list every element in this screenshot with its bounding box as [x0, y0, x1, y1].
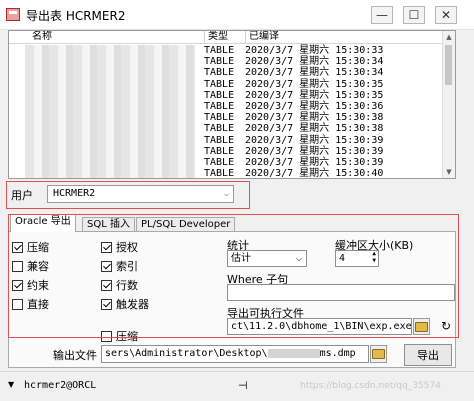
- row-type: TABLE: [204, 134, 235, 146]
- row-type: TABLE: [204, 157, 235, 168]
- app-icon: [6, 8, 20, 21]
- folder-icon: [372, 349, 385, 359]
- pin-icon[interactable]: ⊣: [238, 379, 248, 392]
- statistics-value: 估计: [231, 253, 251, 264]
- checkbox-box[interactable]: [101, 330, 112, 342]
- checkbox-box[interactable]: [12, 279, 23, 291]
- output-file-path: sers\Administrator\Desktop\: [105, 348, 268, 359]
- buffer-size-value: 4: [339, 253, 346, 264]
- checkbox-label: 约束: [27, 279, 49, 292]
- column-name[interactable]: 名称: [29, 31, 205, 43]
- tab-sql-insert[interactable]: SQL 插入: [82, 217, 135, 232]
- export-exe-input[interactable]: ct\11.2.0\dbhome_1\BIN\exp.exe: [227, 318, 412, 335]
- row-compiled-date: 2020/3/7 星期六 15:30:39: [245, 134, 384, 146]
- close-button[interactable]: ✕: [435, 6, 457, 24]
- checkbox-box[interactable]: [101, 298, 112, 310]
- column-compiled[interactable]: 已编译: [246, 31, 443, 43]
- object-list[interactable]: 名称 类型 已编译 TABLE 2020/3/7 星期六 15:30:33 TABL…: [8, 30, 456, 179]
- checkbox-grants[interactable]: 授权: [101, 240, 149, 254]
- checkbox-compress[interactable]: 压缩: [12, 240, 49, 254]
- row-compiled-date: 2020/3/7 星期六 15:30:35: [245, 89, 384, 101]
- row-type: TABLE: [204, 56, 235, 68]
- row-type: TABLE: [204, 101, 235, 112]
- checkbox-triggers[interactable]: 触发器: [101, 297, 149, 311]
- row-type: TABLE: [204, 168, 235, 179]
- where-clause-input[interactable]: [227, 284, 455, 301]
- row-type: TABLE: [204, 123, 235, 135]
- chevron-down-icon: ⌵: [295, 254, 302, 263]
- row-type: TABLE: [204, 89, 235, 101]
- scroll-thumb[interactable]: [445, 45, 452, 85]
- output-file-suffix: ms.dmp: [319, 348, 356, 359]
- window-title: 导出表 HCRMER2: [26, 9, 126, 23]
- tab-plsql-developer[interactable]: PL/SQL Developer: [136, 217, 236, 232]
- row-compiled-date: 2020/3/7 星期六 15:30:40: [245, 168, 384, 179]
- list-header: 名称 类型 已编译: [9, 31, 455, 44]
- checkbox-label: 兼容: [27, 260, 49, 273]
- row-type: TABLE: [204, 67, 235, 79]
- checkbox-box[interactable]: [12, 260, 23, 272]
- row-compiled-date: 2020/3/7 星期六 15:30:35: [245, 78, 384, 90]
- checkbox-label: 授权: [116, 241, 138, 254]
- user-select[interactable]: HCRMER2 ⌵: [47, 185, 234, 203]
- row-type: TABLE: [204, 45, 235, 56]
- row-compiled-date: 2020/3/7 星期六 15:30:39: [245, 145, 384, 157]
- checkbox-compress-secondary[interactable]: 压缩: [101, 329, 138, 343]
- checkbox-box[interactable]: [101, 241, 112, 253]
- browse-output-button[interactable]: [370, 345, 387, 363]
- user-value: HCRMER2: [53, 188, 96, 199]
- minimize-button[interactable]: —: [371, 6, 393, 24]
- statistics-select[interactable]: 估计 ⌵: [227, 250, 307, 267]
- output-file-label: 输出文件: [53, 349, 97, 362]
- checkbox-label: 索引: [116, 260, 138, 273]
- column-type[interactable]: 类型: [205, 31, 246, 43]
- vertical-scrollbar[interactable]: ▲ ▼: [442, 31, 455, 178]
- checkbox-compatible[interactable]: 兼容: [12, 259, 49, 273]
- tab-oracle-export[interactable]: Oracle 导出: [10, 214, 76, 232]
- scroll-down-icon[interactable]: ▼: [444, 167, 454, 177]
- user-label: 用户: [11, 189, 33, 202]
- watermark: https://blog.csdn.net/qq_35574: [300, 381, 441, 391]
- checkbox-box[interactable]: [101, 279, 112, 291]
- checkbox-constraints[interactable]: 约束: [12, 278, 49, 292]
- row-compiled-date: 2020/3/7 星期六 15:30:34: [245, 67, 384, 79]
- status-menu-icon[interactable]: ▼: [8, 380, 14, 389]
- maximize-button[interactable]: ☐: [403, 6, 425, 24]
- output-file-input[interactable]: sers\Administrator\Desktop\ ms.dmp: [101, 345, 369, 363]
- redacted-filename: [267, 348, 320, 358]
- refresh-icon[interactable]: ↻: [441, 319, 451, 333]
- connection-label: hcrmer2@ORCL: [24, 380, 97, 391]
- browse-exe-button[interactable]: [413, 318, 430, 335]
- folder-icon: [415, 321, 428, 332]
- row-compiled-date: 2020/3/7 星期六 15:30:38: [245, 123, 384, 135]
- checkbox-indexes[interactable]: 索引: [101, 259, 149, 273]
- buffer-size-input[interactable]: 4 ▲ ▼: [335, 250, 379, 267]
- redacted-names: [25, 45, 195, 178]
- checkbox-box[interactable]: [101, 260, 112, 272]
- scroll-up-icon[interactable]: ▲: [444, 32, 454, 42]
- export-button[interactable]: 导出: [404, 344, 452, 366]
- chevron-down-icon: ⌵: [224, 189, 229, 198]
- checkbox-label: 压缩: [27, 241, 49, 254]
- checkbox-label: 触发器: [116, 298, 149, 311]
- checkbox-direct[interactable]: 直接: [12, 297, 49, 311]
- checkbox-label: 行数: [116, 279, 138, 292]
- row-type: TABLE: [204, 78, 235, 90]
- option-col1: 压缩 兼容 约束 直接: [12, 240, 49, 311]
- checkbox-box[interactable]: [12, 241, 23, 253]
- option-col2: 授权 索引 行数 触发器: [101, 240, 149, 311]
- spin-icon[interactable]: ▲ ▼: [372, 251, 376, 264]
- checkbox-label: 直接: [27, 298, 49, 311]
- checkbox-box[interactable]: [12, 298, 23, 310]
- row-type: TABLE: [204, 145, 235, 157]
- checkbox-label: 压缩: [116, 330, 138, 343]
- checkbox-rows[interactable]: 行数: [101, 278, 149, 292]
- row-type: TABLE: [204, 112, 235, 124]
